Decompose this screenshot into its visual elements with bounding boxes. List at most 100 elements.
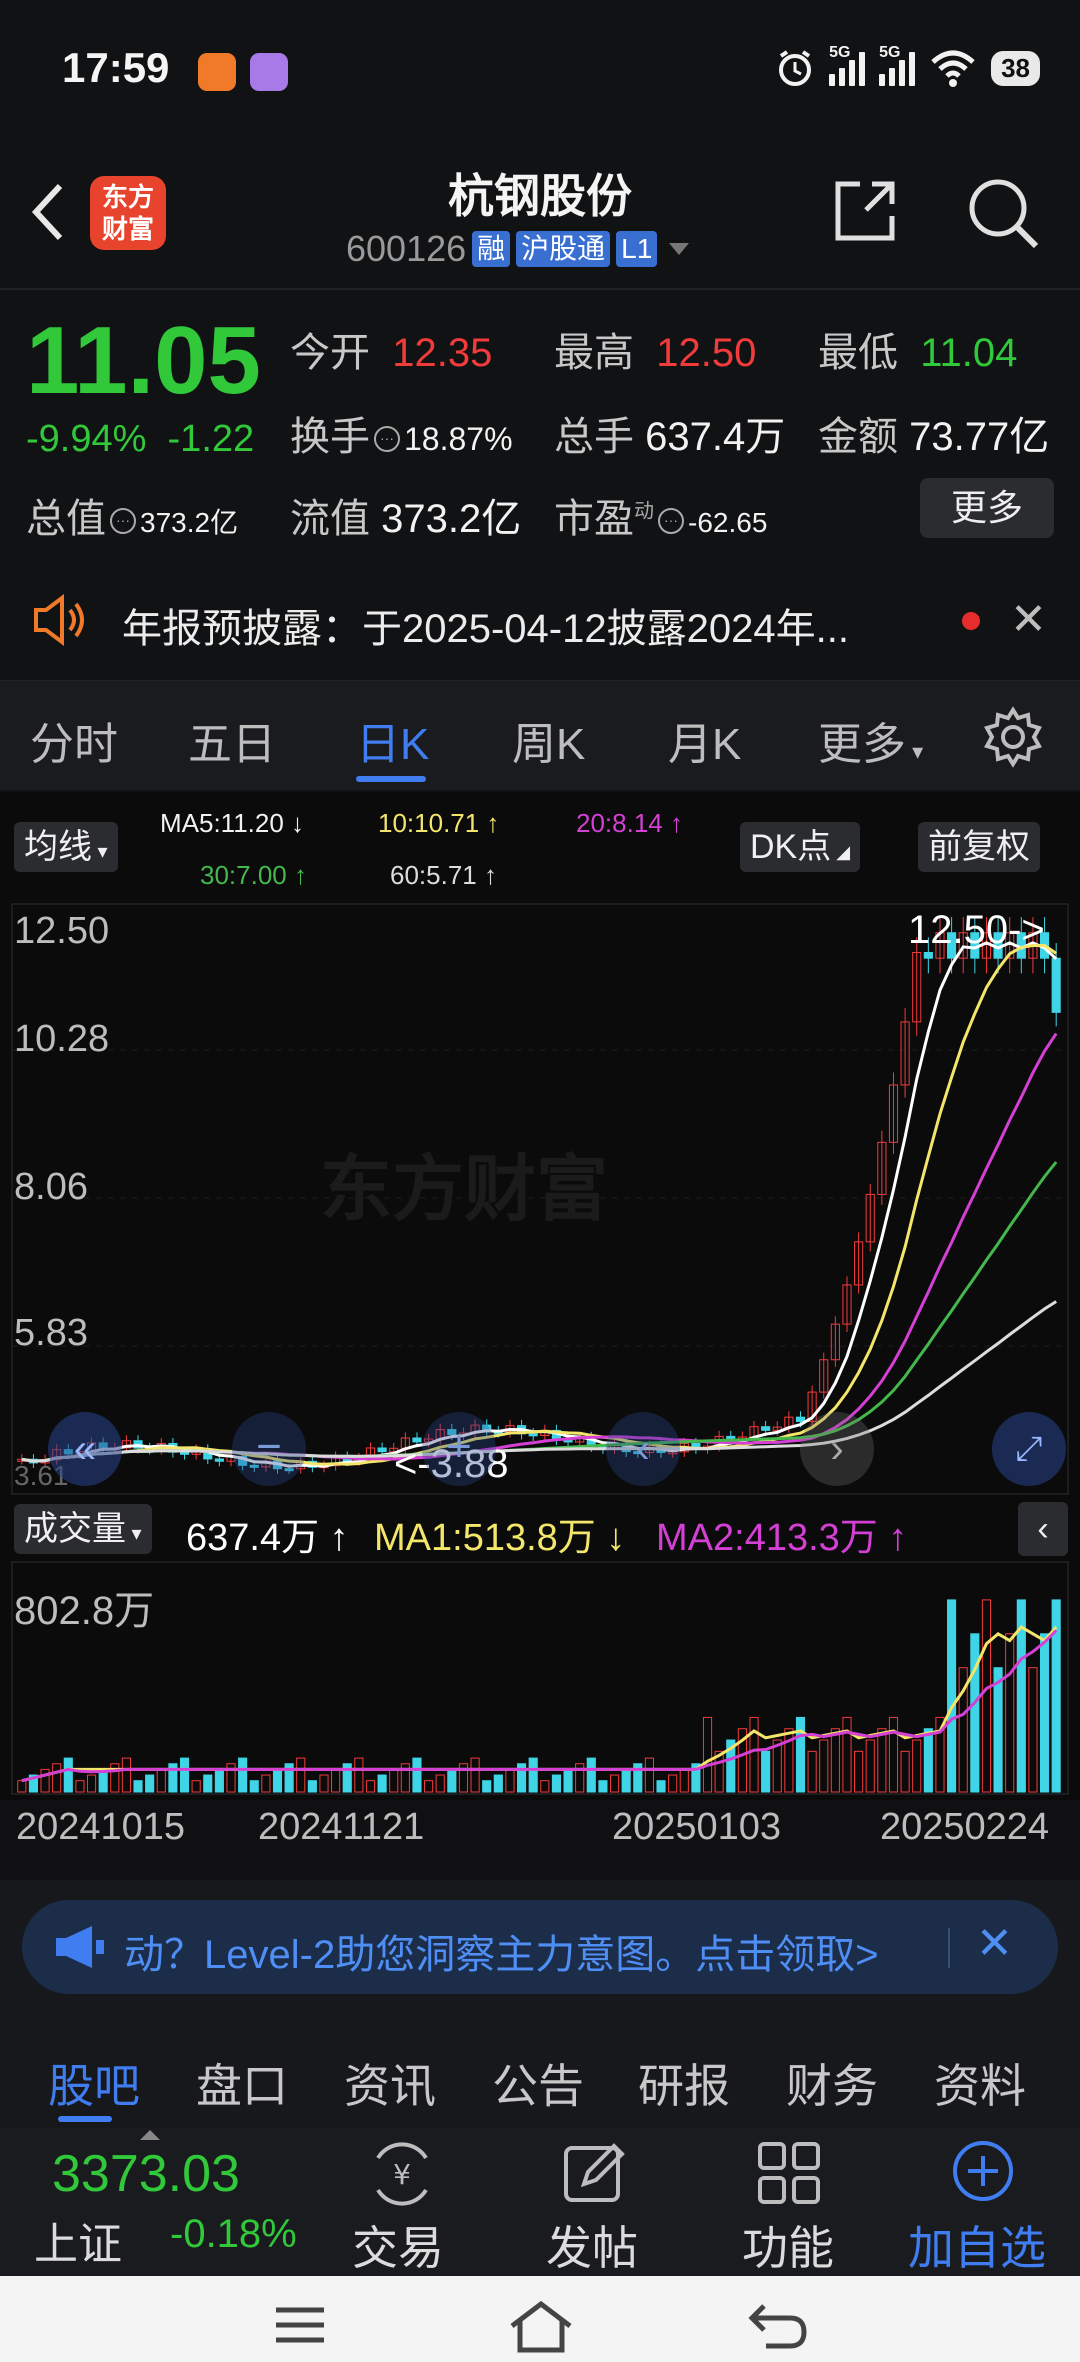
tab-announcements[interactable]: 公告 — [492, 2050, 584, 2116]
info-icon[interactable]: ··· — [658, 508, 684, 535]
back-nav-icon[interactable] — [746, 2298, 810, 2354]
volume-bar — [319, 1774, 329, 1793]
tab-weekly-k[interactable]: 周K — [512, 708, 585, 772]
add-watchlist-icon[interactable] — [950, 2138, 1016, 2204]
notification-app-icon-2 — [250, 53, 288, 91]
menu-icon[interactable] — [272, 2300, 328, 2350]
more-quote-button[interactable]: 更多 — [920, 478, 1054, 538]
close-notice-icon[interactable]: ✕ — [1010, 594, 1047, 645]
share-icon[interactable] — [830, 176, 900, 246]
stock-name: 杭钢股份 — [448, 170, 632, 222]
volume-bar — [203, 1774, 213, 1793]
tab-orderbook[interactable]: 盘口 — [196, 2050, 288, 2116]
volume-bar — [214, 1768, 224, 1793]
trade-label[interactable]: 交易 — [352, 2212, 444, 2278]
y-tick-2: 10.28 — [14, 1018, 110, 1060]
home-icon[interactable] — [506, 2298, 576, 2356]
expand-index-icon[interactable] — [140, 2130, 160, 2140]
step-right-icon[interactable]: › — [800, 1412, 874, 1486]
megaphone-icon — [56, 1926, 104, 1968]
alarm-icon — [779, 50, 812, 86]
last-price: 11.05 — [26, 307, 261, 414]
svg-text:¥: ¥ — [393, 2158, 411, 2191]
volume-bar — [331, 1768, 341, 1793]
volume-bars — [17, 1599, 1061, 1793]
x-date-2: 20241121 — [258, 1806, 425, 1848]
volume-bar — [75, 1780, 85, 1793]
volume-bar — [923, 1728, 933, 1793]
volume-bar — [993, 1667, 1003, 1793]
volume-bar — [307, 1780, 317, 1793]
function-label[interactable]: 功能 — [742, 2212, 834, 2278]
volume-bar — [482, 1780, 492, 1793]
tab-finance[interactable]: 财务 — [786, 2050, 878, 2116]
candle-body — [795, 1416, 806, 1423]
float-field: 流值 373.2亿 — [290, 497, 522, 541]
low-field: 最低 11.04 — [818, 331, 1018, 375]
speaker-icon — [34, 594, 84, 646]
ma-selector[interactable]: 均线 ▾ — [14, 822, 118, 872]
volume-bar — [470, 1757, 480, 1793]
volume-bar — [598, 1780, 608, 1793]
candle-body — [761, 1426, 771, 1431]
search-icon[interactable] — [966, 176, 1042, 252]
margin-tag: 融 — [472, 231, 511, 267]
volume-bar — [63, 1757, 73, 1793]
volume-bar — [970, 1633, 980, 1793]
close-banner-icon[interactable]: ✕ — [976, 1918, 1013, 1969]
volume-bar — [807, 1750, 817, 1793]
volume-bar — [621, 1768, 631, 1793]
status-indicators: 5G 5G 38 — [775, 44, 1040, 88]
function-grid-icon[interactable] — [756, 2140, 822, 2206]
post-label[interactable]: 发帖 — [546, 2212, 638, 2278]
level-tag: L1 — [616, 231, 658, 267]
zoom-in-icon[interactable]: + — [422, 1412, 496, 1486]
collapse-panel-icon[interactable]: ‹ — [1018, 1502, 1068, 1556]
notice-text[interactable]: 年报预披露：于2025-04-12披露2024年... — [122, 596, 849, 654]
volume-bar — [261, 1774, 271, 1793]
tab-more[interactable]: 更多 ▾ — [818, 708, 923, 772]
volume-bar — [528, 1757, 538, 1793]
volume-indicator-selector[interactable]: 成交量 ▾ — [14, 1504, 152, 1554]
info-icon[interactable]: ··· — [110, 508, 136, 535]
adjust-button[interactable]: 前复权 — [918, 822, 1040, 872]
fullscreen-icon[interactable]: ⤢ — [992, 1412, 1066, 1486]
signal-icon-2: 5G — [879, 44, 916, 86]
info-icon[interactable]: ··· — [374, 426, 400, 453]
volume-bar — [296, 1757, 306, 1793]
index-change: -0.18% — [170, 2212, 297, 2256]
scroll-left-icon[interactable]: « — [48, 1412, 122, 1486]
volume-bar — [52, 1763, 62, 1793]
status-time: 17:59 — [62, 44, 170, 91]
trade-icon[interactable]: ¥ — [364, 2140, 440, 2208]
stock-code: 600126 — [346, 228, 467, 269]
stock-code-row[interactable]: 600126 融 沪股通 L1 — [346, 228, 690, 270]
add-watchlist-label[interactable]: 加自选 — [908, 2212, 1046, 2278]
zoom-out-icon[interactable]: − — [232, 1412, 306, 1486]
tab-forum[interactable]: 股吧 — [48, 2050, 140, 2116]
gear-icon[interactable] — [982, 706, 1044, 768]
volume-bar — [644, 1757, 654, 1793]
dk-point-button[interactable]: DK点 ◢ — [740, 822, 861, 872]
tab-daily-k[interactable]: 日K — [356, 708, 429, 772]
ma20-value: 20:8.14 ↑ — [576, 808, 683, 838]
tab-profile[interactable]: 资料 — [934, 2050, 1026, 2116]
x-date-3: 20250103 — [612, 1806, 782, 1848]
volume-bar — [447, 1768, 457, 1793]
post-icon[interactable] — [562, 2140, 628, 2206]
volume-bar — [842, 1716, 852, 1793]
volume-bar — [563, 1768, 573, 1793]
volume-bar — [981, 1599, 992, 1793]
index-widget[interactable]: 3373.03 — [52, 2144, 240, 2204]
candle-body — [528, 1433, 538, 1437]
tab-five-day[interactable]: 五日 — [188, 708, 276, 772]
volume-axis-max: 802.8万 — [14, 1589, 155, 1633]
step-left-icon[interactable]: ‹ — [606, 1412, 680, 1486]
tab-intraday[interactable]: 分时 — [30, 708, 118, 772]
tab-monthly-k[interactable]: 月K — [668, 708, 741, 772]
tab-news[interactable]: 资讯 — [344, 2050, 436, 2116]
banner-text[interactable]: 动？Level-2助您洞察主力意图。点击领取> — [124, 1922, 944, 1980]
volume-bar — [493, 1774, 503, 1793]
tab-research[interactable]: 研报 — [638, 2050, 730, 2116]
volume-bar — [156, 1768, 166, 1793]
